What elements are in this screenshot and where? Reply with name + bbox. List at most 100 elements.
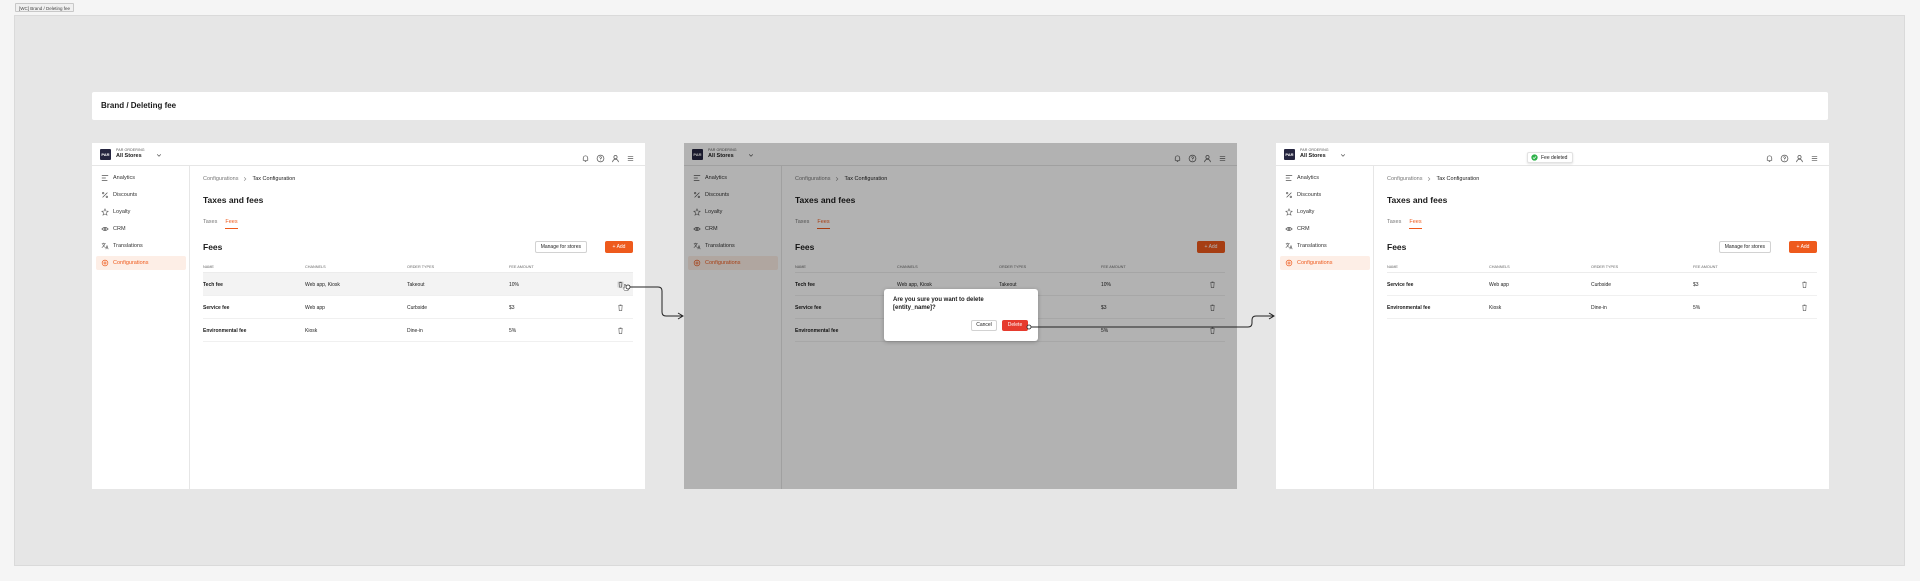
column-header: FEE AMOUNT xyxy=(1693,265,1718,269)
translate-icon xyxy=(101,242,109,250)
breadcrumb-parent[interactable]: Configurations xyxy=(203,176,238,182)
main-content: Configurations Tax Configuration Taxes a… xyxy=(203,166,633,489)
percent-icon xyxy=(1286,192,1292,198)
section-title: Fees xyxy=(1387,242,1407,252)
sidebar-item-label: Loyalty xyxy=(1297,209,1315,215)
delete-confirm-dialog: Are you sure you want to delete [entity_… xyxy=(884,289,1038,341)
tab-bar: Taxes Fees xyxy=(203,219,238,229)
fee-name: Service fee xyxy=(203,305,230,311)
table-row[interactable]: Service fee Web app Curbside $3 xyxy=(1387,273,1817,296)
sidebar-item-discounts[interactable]: Discounts xyxy=(1280,188,1370,202)
table-row[interactable]: Environmental fee Kiosk Dine-in 5% xyxy=(203,319,633,342)
sidebar-item-configurations[interactable]: Configurations xyxy=(1280,256,1370,270)
column-header: NAME xyxy=(203,265,214,269)
success-toast: Fee deleted xyxy=(1527,152,1574,163)
sidebar-item-crm[interactable]: CRM xyxy=(96,222,186,236)
frame-after-delete: PAR PAR ORDERING All Stores Fee deleted … xyxy=(1276,143,1829,489)
sidebar-item-label: Discounts xyxy=(113,192,138,198)
fee-channels: Kiosk xyxy=(1489,305,1502,311)
menu-icon[interactable] xyxy=(1810,150,1819,161)
manage-for-stores-button[interactable]: Manage for stores xyxy=(1718,241,1771,253)
star-icon xyxy=(101,208,109,216)
sidebar-item-translations[interactable]: Translations xyxy=(1280,239,1370,253)
topbar: PAR PAR ORDERING All Stores Fee deleted xyxy=(1276,143,1829,166)
tab-fees[interactable]: Fees xyxy=(1409,219,1422,229)
help-icon[interactable] xyxy=(1780,150,1789,163)
user-icon[interactable] xyxy=(611,150,620,163)
help-icon[interactable] xyxy=(596,150,605,163)
bell-icon[interactable] xyxy=(581,150,590,162)
trash-icon[interactable] xyxy=(1800,280,1809,289)
fee-channels: Web app xyxy=(305,305,325,311)
top-icons xyxy=(581,150,635,163)
fee-name: Environmental fee xyxy=(203,328,247,334)
fee-order-types: Curbside xyxy=(407,305,428,311)
table-row[interactable]: Tech fee Web app, Kiosk Takeout 10% xyxy=(203,273,633,296)
sidebar-item-configurations[interactable]: Configurations xyxy=(96,256,186,270)
table-row[interactable]: Service fee Web app Curbside $3 xyxy=(203,296,633,319)
sidebar-item-label: Configurations xyxy=(113,260,149,266)
fee-amount: $3 xyxy=(509,305,515,311)
sidebar-item-label: Loyalty xyxy=(113,209,131,215)
fee-name: Tech fee xyxy=(203,282,223,288)
translate-icon xyxy=(1285,242,1293,250)
add-fee-button[interactable]: + Add xyxy=(1789,241,1817,253)
menu-icon[interactable] xyxy=(626,150,635,161)
brand-logo: PAR xyxy=(1284,149,1295,160)
cancel-button[interactable]: Cancel xyxy=(971,320,997,331)
fee-name: Service fee xyxy=(1387,282,1414,288)
trash-icon[interactable] xyxy=(616,303,625,312)
sidebar: Analytics Discounts Loyalty CRM Translat… xyxy=(1276,166,1374,489)
add-fee-button[interactable]: + Add xyxy=(605,241,633,253)
breadcrumb: Configurations Tax Configuration xyxy=(203,176,295,182)
section-title: Fees xyxy=(203,242,223,252)
chevron-right-icon xyxy=(244,176,247,182)
topbar: PAR PAR ORDERING All Stores xyxy=(92,143,645,166)
sidebar-item-label: Translations xyxy=(1297,243,1327,249)
user-icon[interactable] xyxy=(1795,150,1804,163)
column-header: CHANNELS xyxy=(305,265,326,269)
org-label: PAR ORDERING xyxy=(1300,148,1329,152)
tab-taxes[interactable]: Taxes xyxy=(203,219,217,229)
sidebar-item-crm[interactable]: CRM xyxy=(1280,222,1370,236)
brand-logo: PAR xyxy=(100,149,111,160)
analytics-icon xyxy=(1285,175,1293,181)
bell-icon[interactable] xyxy=(1765,150,1774,162)
sidebar-item-discounts[interactable]: Discounts xyxy=(96,188,186,202)
table-row[interactable]: Environmental fee Kiosk Dine-in 5% xyxy=(1387,296,1817,319)
trash-icon[interactable] xyxy=(1800,303,1809,312)
check-circle-icon xyxy=(1531,154,1538,161)
eye-icon xyxy=(1285,227,1293,231)
fee-order-types: Curbside xyxy=(1591,282,1612,288)
sidebar-item-translations[interactable]: Translations xyxy=(96,239,186,253)
sidebar-item-loyalty[interactable]: Loyalty xyxy=(1280,205,1370,219)
sidebar-item-analytics[interactable]: Analytics xyxy=(96,171,186,185)
tab-fees[interactable]: Fees xyxy=(225,219,238,229)
toast-message: Fee deleted xyxy=(1541,154,1568,161)
trash-icon[interactable] xyxy=(616,326,625,335)
breadcrumb: Configurations Tax Configuration xyxy=(1387,176,1479,182)
breadcrumb-current: Tax Configuration xyxy=(252,176,296,182)
fee-name: Environmental fee xyxy=(1387,305,1431,311)
breadcrumb-parent[interactable]: Configurations xyxy=(1387,176,1422,182)
manage-for-stores-button[interactable]: Manage for stores xyxy=(534,241,587,253)
settings-icon xyxy=(101,259,109,267)
sidebar-item-loyalty[interactable]: Loyalty xyxy=(96,205,186,219)
star-icon xyxy=(1285,208,1293,216)
chevron-down-icon[interactable] xyxy=(1340,152,1346,158)
flow-title: Brand / Deleting fee xyxy=(101,101,177,110)
sidebar-item-label: Discounts xyxy=(1297,192,1322,198)
store-selector[interactable]: All Stores xyxy=(1300,153,1326,159)
page-tag: [WC] Brand / Deleting fee xyxy=(15,3,75,12)
tab-taxes[interactable]: Taxes xyxy=(1387,219,1401,229)
column-header: FEE AMOUNT xyxy=(509,265,534,269)
store-selector[interactable]: All Stores xyxy=(116,153,142,159)
fee-amount: 5% xyxy=(1693,305,1701,311)
chevron-down-icon[interactable] xyxy=(156,152,162,158)
page-title: Taxes and fees xyxy=(1387,195,1448,205)
fee-channels: Kiosk xyxy=(305,328,318,334)
sidebar-item-analytics[interactable]: Analytics xyxy=(1280,171,1370,185)
eye-icon xyxy=(101,227,109,231)
delete-button[interactable]: Delete xyxy=(1002,320,1028,331)
pointer-cursor-icon xyxy=(622,284,629,291)
